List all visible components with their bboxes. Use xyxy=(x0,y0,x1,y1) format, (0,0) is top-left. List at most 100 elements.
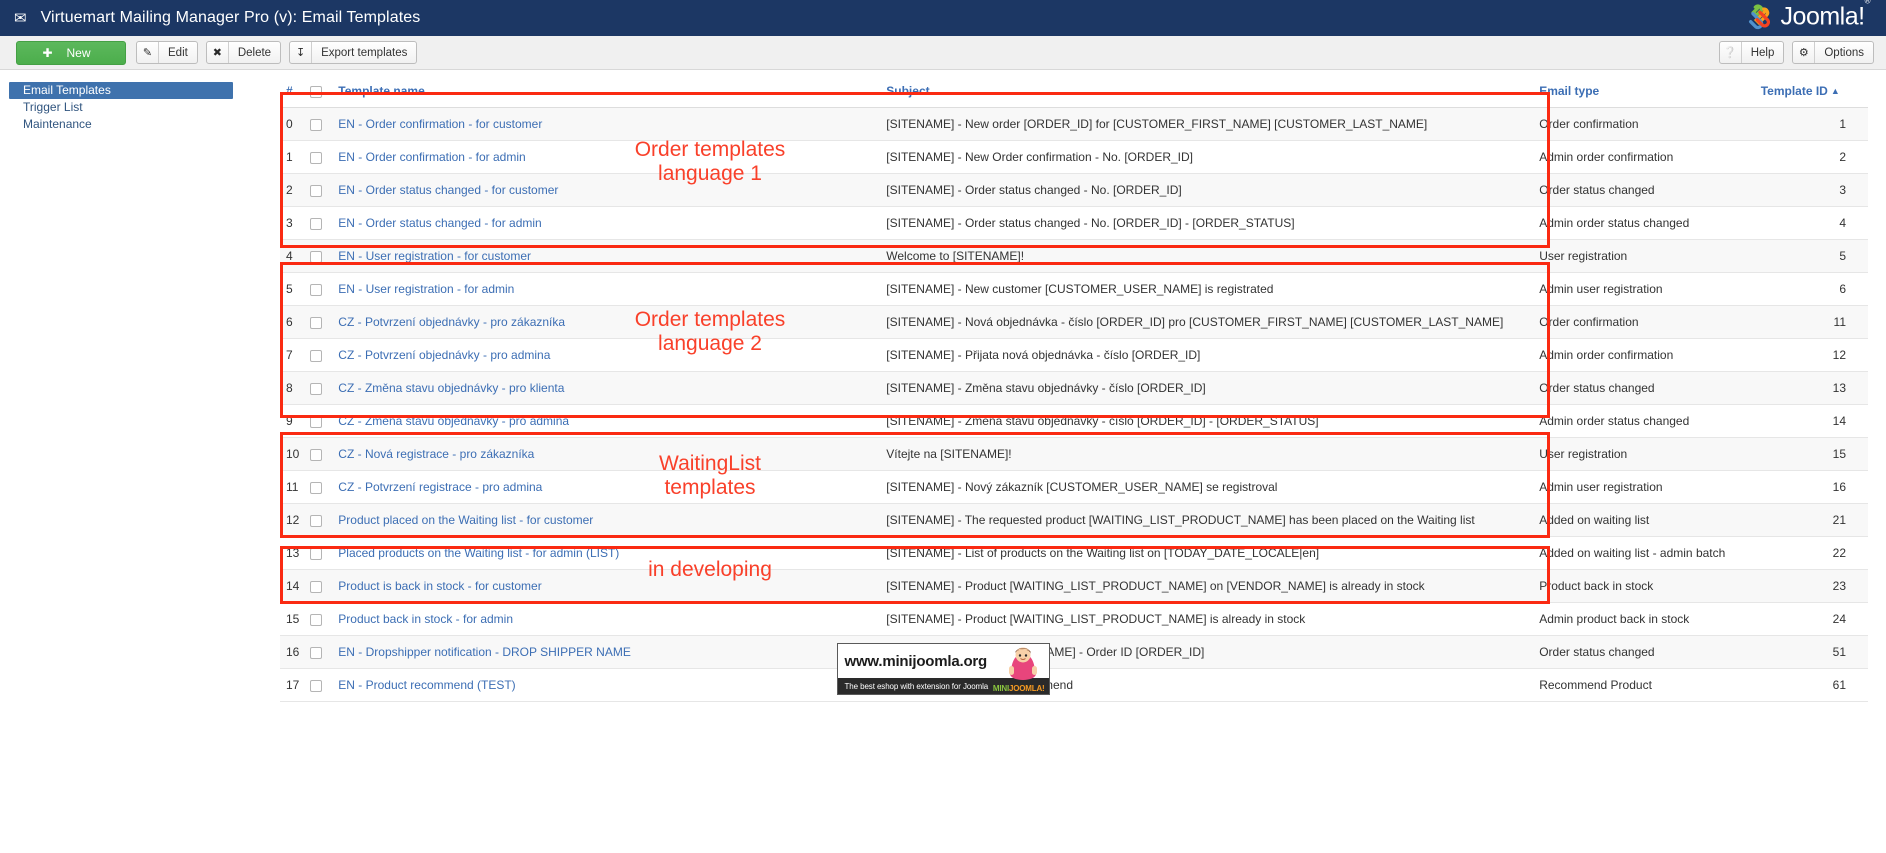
banner-brand-mini: MINI xyxy=(992,684,1009,693)
template-name-link[interactable]: Product back in stock - for admin xyxy=(338,612,513,626)
joomla-logo: Joomla!® xyxy=(1745,0,1871,35)
row-checkbox[interactable] xyxy=(310,217,323,230)
template-id-cell: 2 xyxy=(1760,140,1868,174)
gear-icon: ⚙ xyxy=(1793,42,1816,63)
sidebar-item-trigger-list[interactable]: Trigger List xyxy=(9,99,280,116)
column-header-template-id[interactable]: Template ID ▲ xyxy=(1760,76,1868,108)
row-checkbox[interactable] xyxy=(310,184,323,197)
row-checkbox-cell xyxy=(310,470,339,504)
table-row: 2 EN - Order status changed - for custome… xyxy=(280,173,1868,207)
email-type-cell: Admin order status changed xyxy=(1539,206,1761,240)
row-checkbox[interactable] xyxy=(310,349,323,362)
row-number: 1 xyxy=(280,140,311,174)
email-type-cell: Admin order status changed xyxy=(1539,404,1761,438)
row-checkbox[interactable] xyxy=(310,415,323,428)
template-name-link[interactable]: Product placed on the Waiting list - for… xyxy=(338,513,593,527)
template-name-link[interactable]: CZ - Nová registrace - pro zákazníka xyxy=(338,447,534,461)
sidebar-item-email-templates[interactable]: Email Templates xyxy=(9,82,233,99)
row-checkbox[interactable] xyxy=(310,283,323,296)
edit-button[interactable]: ✎ Edit xyxy=(136,41,198,64)
subject-cell: [SITENAME] - Změna stavu objednávky - čí… xyxy=(886,404,1540,438)
row-checkbox[interactable] xyxy=(310,118,323,131)
row-checkbox[interactable] xyxy=(310,316,323,329)
row-checkbox[interactable] xyxy=(310,514,323,527)
column-header-email-type[interactable]: Email type xyxy=(1539,76,1761,108)
options-button[interactable]: ⚙ Options xyxy=(1792,41,1874,64)
row-number: 10 xyxy=(280,437,311,471)
templates-table-container: # Template name Subject Email type Templ… xyxy=(280,70,1886,702)
new-button-label: New xyxy=(66,45,91,60)
column-header-number[interactable]: # xyxy=(280,76,311,108)
template-id-cell: 22 xyxy=(1760,536,1868,570)
row-number: 4 xyxy=(280,239,311,273)
column-header-template-name[interactable]: Template name xyxy=(338,76,887,108)
table-row: 15 Product back in stock - for admin [SITE… xyxy=(280,602,1868,636)
template-name-link[interactable]: CZ - Změna stavu objednávky - pro klient… xyxy=(338,381,564,395)
template-name-link[interactable]: EN - Order confirmation - for admin xyxy=(338,150,525,164)
subject-cell: [SITENAME] - Product [WAITING_LIST_PRODU… xyxy=(886,602,1540,636)
template-name-link[interactable]: EN - Order status changed - for customer xyxy=(338,183,558,197)
template-id-cell: 24 xyxy=(1760,602,1868,636)
template-name-link[interactable]: CZ - Potvrzení objednávky - pro admina xyxy=(338,348,550,362)
template-name-link[interactable]: EN - Order status changed - for admin xyxy=(338,216,541,230)
template-id-cell: 12 xyxy=(1760,338,1868,372)
template-name-link[interactable]: CZ - Potvrzení objednávky - pro zákazník… xyxy=(338,315,565,329)
row-checkbox-cell xyxy=(310,206,339,240)
row-checkbox[interactable] xyxy=(310,481,323,494)
row-checkbox-cell xyxy=(310,272,339,306)
template-id-cell: 23 xyxy=(1760,569,1868,603)
sidebar-item-maintenance[interactable]: Maintenance xyxy=(9,116,280,133)
template-name-cell: EN - Order confirmation - for admin xyxy=(338,140,887,174)
template-id-cell: 16 xyxy=(1760,470,1868,504)
delete-button-label: Delete xyxy=(237,46,272,59)
minijoomla-banner[interactable]: www.minijoomla.org The best eshop with e… xyxy=(836,643,1050,695)
template-name-link[interactable]: CZ - Potvrzení registrace - pro admina xyxy=(338,480,542,494)
row-checkbox[interactable] xyxy=(310,382,323,395)
sidebar-item-label: Trigger List xyxy=(23,100,83,114)
row-checkbox[interactable] xyxy=(310,613,323,626)
table-row: 11 CZ - Potvrzení registrace - pro admina… xyxy=(280,470,1868,504)
template-name-cell: EN - User registration - for customer xyxy=(338,239,887,273)
template-id-cell: 3 xyxy=(1760,173,1868,207)
table-row: 1 EN - Order confirmation - for admin [SIT… xyxy=(280,140,1868,174)
table-row: 12 Product placed on the Waiting list - f… xyxy=(280,503,1868,537)
subject-cell: [SITENAME] - New customer [CUSTOMER_USER… xyxy=(886,272,1540,306)
template-name-cell: CZ - Potvrzení objednávky - pro admina xyxy=(338,338,887,372)
row-number: 5 xyxy=(280,272,311,306)
column-header-subject[interactable]: Subject xyxy=(886,76,1540,108)
download-icon: ↧ xyxy=(290,42,313,63)
template-name-cell: Product back in stock - for admin xyxy=(338,602,887,636)
new-button[interactable]: ✚ New xyxy=(16,40,126,65)
subject-cell: [SITENAME] - Product [WAITING_LIST_PRODU… xyxy=(886,569,1540,603)
subject-cell: [SITENAME] - Order status changed - No. … xyxy=(886,173,1540,207)
table-row: 14 Product is back in stock - for custome… xyxy=(280,569,1868,603)
template-name-link[interactable]: EN - User registration - for admin xyxy=(338,282,514,296)
template-name-link[interactable]: CZ - Změna stavu objednávky - pro admina xyxy=(338,414,569,428)
template-name-link[interactable]: Placed products on the Waiting list - fo… xyxy=(338,546,619,560)
row-checkbox-cell xyxy=(310,404,339,438)
row-checkbox[interactable] xyxy=(310,151,323,164)
template-name-link[interactable]: EN - Order confirmation - for customer xyxy=(338,117,542,131)
row-checkbox[interactable] xyxy=(310,250,323,263)
template-name-link[interactable]: EN - User registration - for customer xyxy=(338,249,531,263)
delete-button[interactable]: ✖ Delete xyxy=(205,41,282,64)
row-checkbox[interactable] xyxy=(310,547,323,560)
template-id-cell: 15 xyxy=(1760,437,1868,471)
table-row: 10 CZ - Nová registrace - pro zákazníka Ví… xyxy=(280,437,1868,471)
row-checkbox[interactable] xyxy=(310,448,323,461)
row-checkbox-cell xyxy=(310,569,339,603)
row-checkbox[interactable] xyxy=(310,580,323,593)
email-type-cell: Order confirmation xyxy=(1539,305,1761,339)
email-type-cell: Order status changed xyxy=(1539,173,1761,207)
subject-cell: [SITENAME] - Přijata nová objednávka - č… xyxy=(886,338,1540,372)
select-all-checkbox[interactable] xyxy=(310,85,323,98)
banner-brand-joomla: JOOMLA! xyxy=(1009,684,1045,693)
table-row: 6 CZ - Potvrzení objednávky - pro zákazní… xyxy=(280,305,1868,339)
template-name-link[interactable]: Product is back in stock - for customer xyxy=(338,579,541,593)
help-button[interactable]: ❔ Help xyxy=(1718,41,1785,64)
email-type-cell: Admin user registration xyxy=(1539,272,1761,306)
subject-cell: [SITENAME] - Změna stavu objednávky - čí… xyxy=(886,371,1540,405)
export-templates-button-label: Export templates xyxy=(321,46,408,59)
table-row: 9 CZ - Změna stavu objednávky - pro admin… xyxy=(280,404,1868,438)
export-templates-button[interactable]: ↧ Export templates xyxy=(289,41,418,64)
